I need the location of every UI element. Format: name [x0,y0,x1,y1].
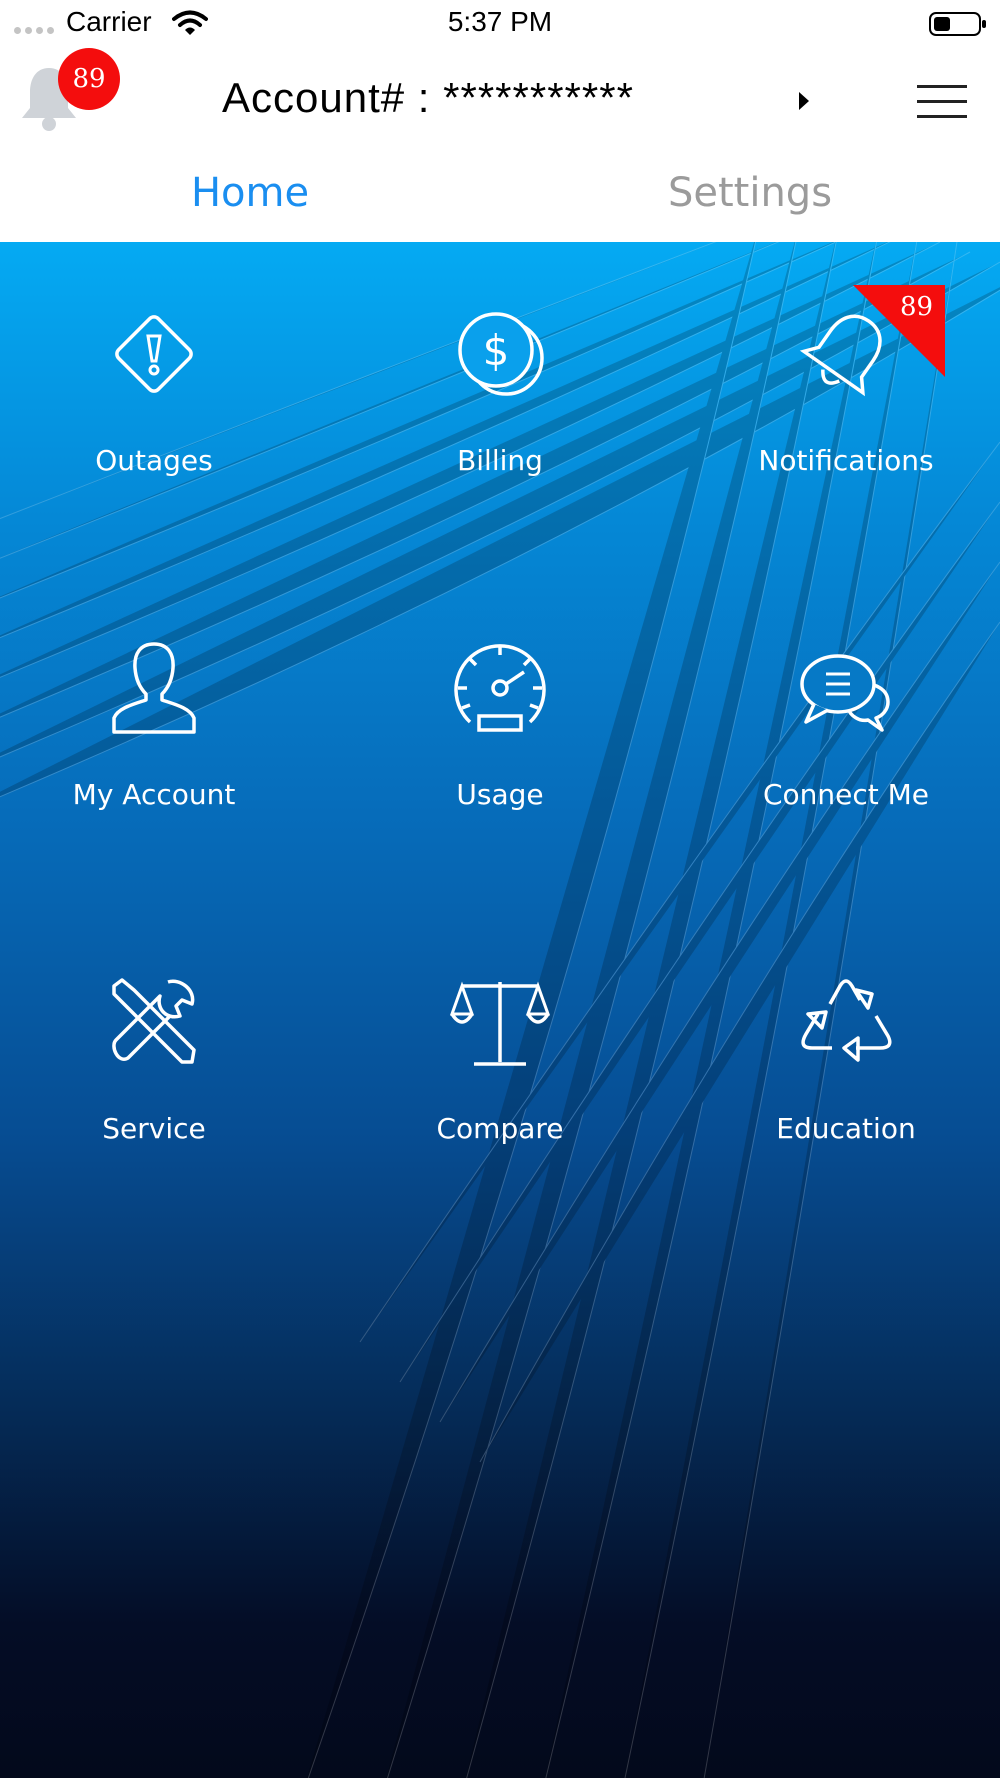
account-number[interactable]: Account# : *********** [222,74,634,122]
user-icon [112,642,196,734]
billing-tile[interactable]: $ Billing [350,304,650,477]
notification-badge[interactable]: 89 [58,48,120,110]
education-label: Education [776,1112,916,1145]
usage-label: Usage [456,778,544,811]
connect-me-tile[interactable]: Connect Me [696,638,996,811]
notifications-label: Notifications [758,444,934,477]
status-bar: Carrier 5:37 PM [0,0,1000,48]
home-dashboard: Outages $ Billing Notifications 89 My Ac… [0,242,1000,1778]
education-tile[interactable]: Education [696,972,996,1145]
wrench-screwdriver-icon [112,978,196,1064]
clock: 5:37 PM [447,6,553,37]
outages-label: Outages [95,444,213,477]
compare-label: Compare [436,1112,564,1145]
service-label: Service [102,1112,206,1145]
notifications-badge-count: 89 [900,292,934,322]
header: 89 Account# : *********** [0,48,1000,148]
hamburger-menu-icon[interactable] [917,85,967,130]
battery-icon [929,12,986,36]
compare-tile[interactable]: Compare [350,972,650,1145]
usage-tile[interactable]: Usage [350,638,650,811]
recycle-icon [801,979,892,1062]
billing-label: Billing [457,444,543,477]
notifications-tile[interactable]: Notifications [696,304,996,477]
warning-diamond-icon [115,315,193,393]
chat-bubbles-icon [800,654,890,732]
dollar-coin-icon: $ [458,312,544,396]
caret-right-icon[interactable] [797,91,811,111]
svg-text:$: $ [483,326,510,375]
balance-scale-icon [450,981,550,1066]
outages-tile[interactable]: Outages [4,304,304,477]
service-tile[interactable]: Service [4,972,304,1145]
speedometer-icon [454,644,546,732]
my-account-tile[interactable]: My Account [4,638,304,811]
my-account-label: My Account [72,778,236,811]
tab-bar: Home Settings [0,148,1000,242]
connect-me-label: Connect Me [762,778,930,811]
tab-home[interactable]: Home [0,148,500,242]
tab-settings[interactable]: Settings [500,148,1000,242]
